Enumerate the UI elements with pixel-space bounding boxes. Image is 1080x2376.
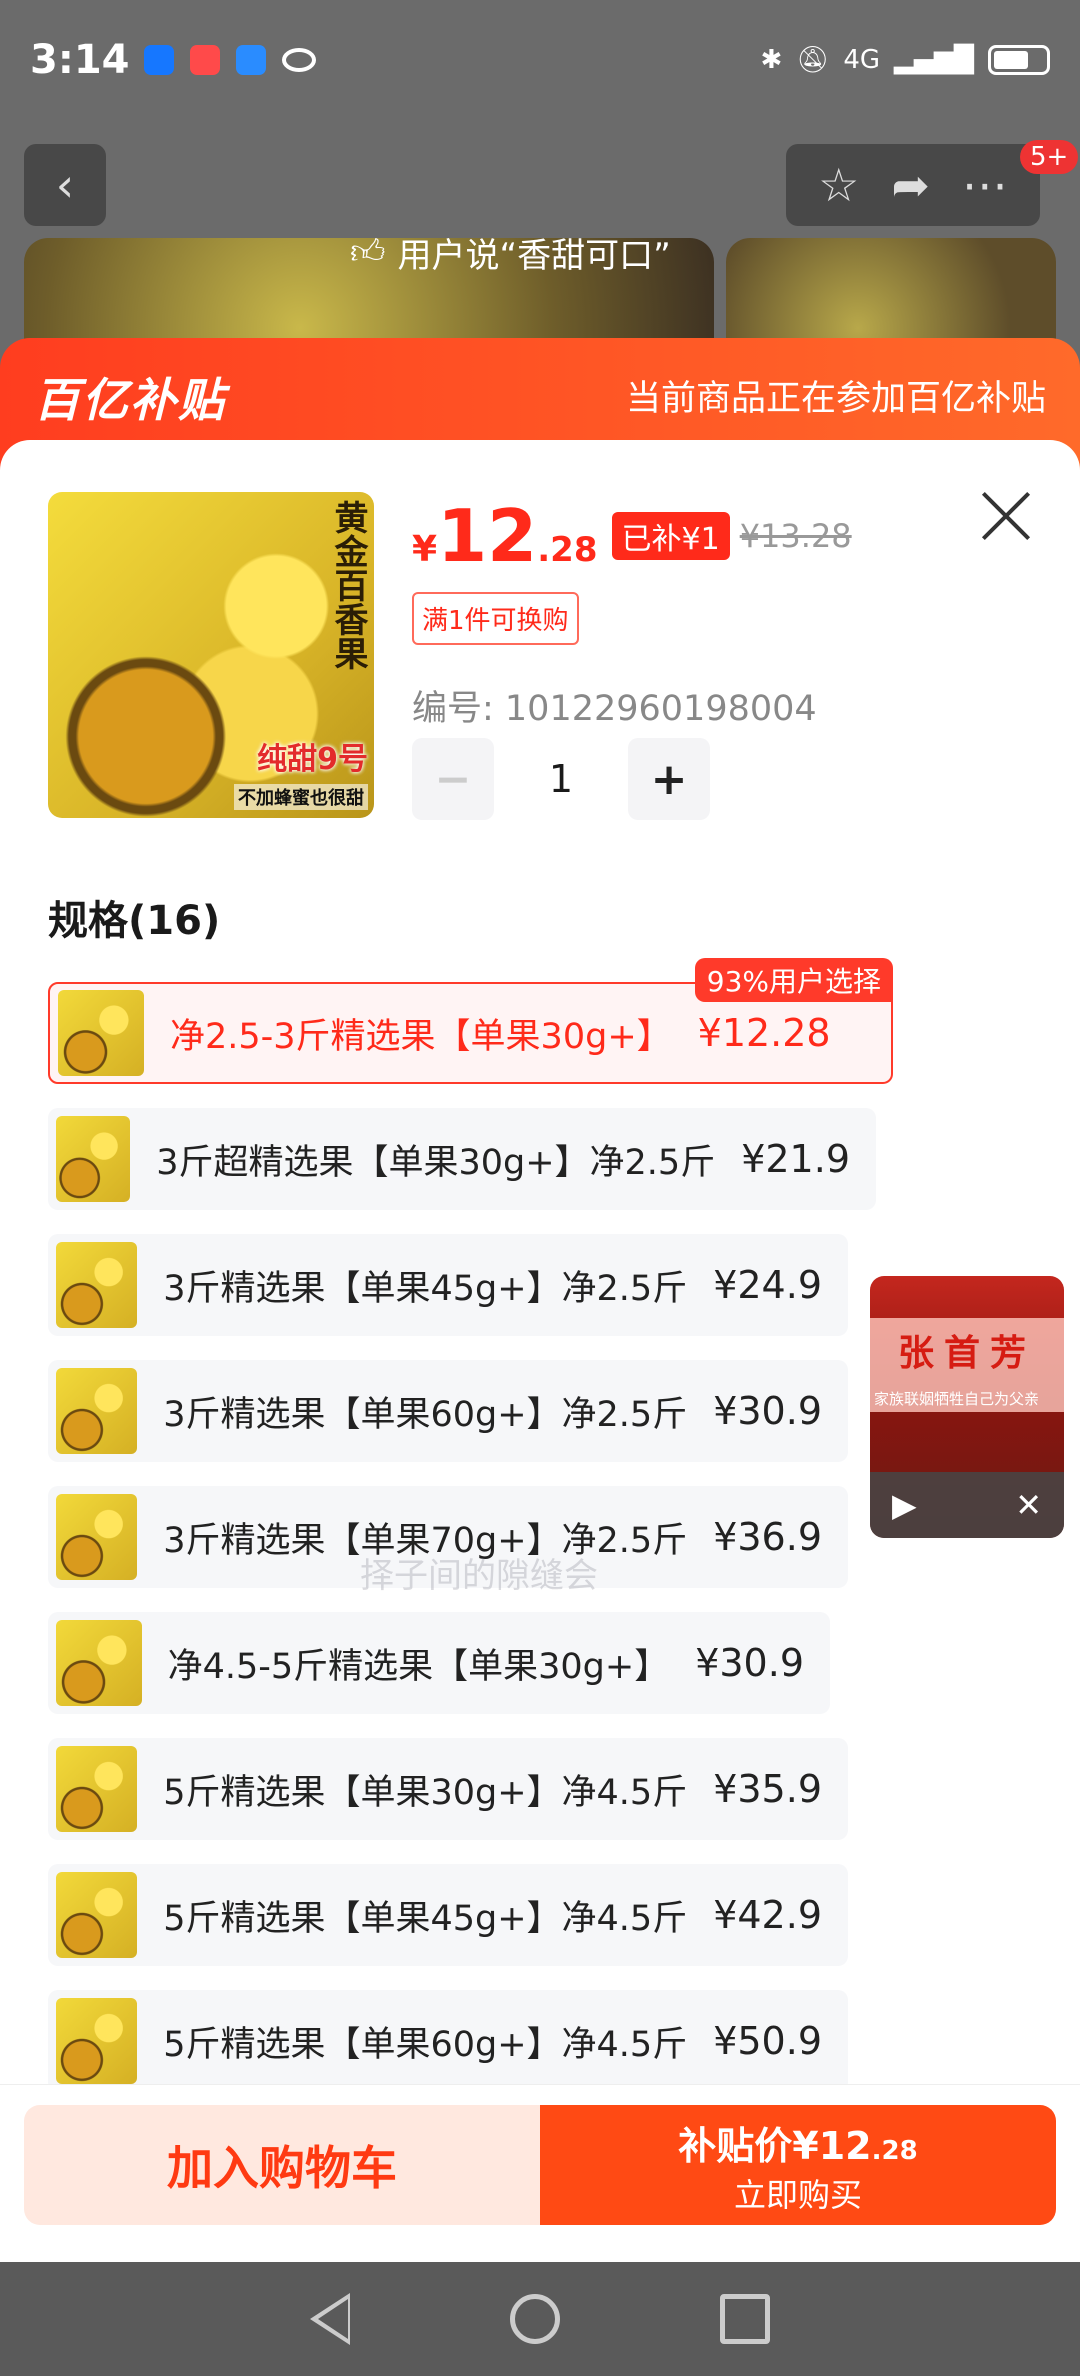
video-controls: ▶ ✕ (870, 1472, 1064, 1538)
sku-sheet: 黄金百香果 纯甜9号 不加蜂蜜也很甜 ¥ 12 .28 已补¥1 ¥13.28 … (0, 440, 1080, 2262)
review-text: 用户说“香甜可口” (397, 236, 671, 276)
spec-option[interactable]: 3斤超精选果【单果30g+】净2.5斤 ¥21.9 (48, 1108, 876, 1210)
subsidy-price-decimal: .28 (871, 2135, 918, 2166)
spec-thumbnail (56, 1746, 138, 1832)
bluetooth-icon: ✱ (760, 45, 783, 75)
video-subtitle: 家族联姻牺牲自己为父亲 (874, 1390, 1040, 1408)
spec-option[interactable]: 3斤精选果【单果45g+】净2.5斤 ¥24.9 (48, 1234, 848, 1336)
price-decimal: .28 (537, 530, 598, 570)
eye-icon (281, 48, 316, 72)
subsidy-price: 补贴价¥12 (678, 2123, 872, 2168)
increase-button[interactable]: + (628, 738, 710, 820)
spec-name: 5斤精选果【单果45g+】净4.5斤 (163, 1898, 688, 1939)
faded-overlay-text: 择子间的隙缝会 (360, 1556, 598, 1596)
add-to-cart-button[interactable]: 加入购物车 (24, 2105, 540, 2225)
mute-icon: 🔕︎ (796, 45, 830, 75)
star-icon[interactable]: ☆ (818, 158, 859, 212)
video-title: 张首芳 (897, 1333, 1036, 1374)
floating-video[interactable]: 张首芳 家族联姻牺牲自己为父亲 ▶ ✕ (870, 1276, 1064, 1538)
spec-price: ¥50.9 (713, 2019, 822, 2063)
system-nav-bar (0, 2262, 1080, 2376)
spec-option[interactable]: 5斤精选果【单果45g+】净4.5斤 ¥42.9 (48, 1864, 848, 1966)
spec-title: 规格(16) (48, 898, 221, 944)
back-button[interactable]: ‹ (24, 144, 106, 226)
product-image-title: 黄金百香果 (328, 500, 368, 670)
spec-option[interactable]: 3斤精选果【单果60g+】净2.5斤 ¥30.9 (48, 1360, 848, 1462)
spec-thumbnail (56, 1116, 131, 1202)
subsidized-badge: 已补¥1 (611, 512, 730, 560)
spec-price: ¥30.9 (695, 1641, 804, 1685)
spec-option[interactable]: 93%用户选择 净2.5-3斤精选果【单果30g+】 ¥12.28 (48, 958, 893, 1084)
network-label: 4G (843, 45, 881, 75)
notification-badge: 5+ (1020, 140, 1079, 174)
signal-icon: ▂▄▆█ (894, 45, 974, 75)
spec-name: 5斤精选果【单果60g+】净4.5斤 (163, 2024, 688, 2065)
top-actions: ☆ ➦ ⋯ (786, 144, 1040, 226)
status-bar: 3:14 ✱ 🔕︎ 4G ▂▄▆█ (0, 0, 1080, 120)
subsidy-note: 当前商品正在参加百亿补贴 (625, 379, 1046, 419)
more-icon[interactable]: ⋯ (962, 158, 1008, 212)
spec-price: ¥36.9 (713, 1515, 822, 1559)
popular-tag: 93%用户选择 (694, 958, 893, 1002)
battery-icon (988, 45, 1050, 75)
chevron-left-icon: ‹ (55, 158, 75, 212)
spec-option[interactable]: 净4.5-5斤精选果【单果30g+】 ¥30.9 (48, 1612, 830, 1714)
spec-price: ¥12.28 (697, 1011, 831, 1055)
spec-price: ¥30.9 (713, 1389, 822, 1433)
play-icon[interactable]: ▶ (892, 1486, 917, 1524)
back-nav-icon[interactable] (310, 2293, 350, 2345)
action-bar: 加入购物车 补贴价¥12.28 立即购买 (0, 2084, 1080, 2264)
status-time: 3:14 (30, 37, 130, 83)
spec-name: 3斤精选果【单果60g+】净2.5斤 (163, 1394, 688, 1435)
spec-price: ¥35.9 (713, 1767, 822, 1811)
status-right: ✱ 🔕︎ 4G ▂▄▆█ (760, 45, 1050, 75)
spec-price: ¥42.9 (713, 1893, 822, 1937)
decrease-button[interactable]: − (412, 738, 494, 820)
app-icon (189, 45, 220, 75)
close-icon[interactable] (978, 488, 1034, 544)
spec-name: 净2.5-3斤精选果【单果30g+】 (170, 1016, 672, 1057)
product-image[interactable]: 黄金百香果 纯甜9号 不加蜂蜜也很甜 (48, 492, 374, 818)
review-highlight: 👍︎ 用户说“香甜可口” (350, 228, 671, 277)
spec-thumbnail (56, 1368, 138, 1454)
product-image-note: 不加蜂蜜也很甜 (234, 784, 368, 810)
quantity-stepper: − 1 + (412, 738, 710, 820)
home-nav-icon[interactable] (510, 2294, 560, 2344)
spec-name: 3斤精选果【单果45g+】净2.5斤 (163, 1268, 688, 1309)
spec-name: 5斤精选果【单果30g+】净4.5斤 (163, 1772, 688, 1813)
recents-nav-icon[interactable] (720, 2294, 770, 2344)
spec-option[interactable]: 5斤精选果【单果60g+】净4.5斤 ¥50.9 (48, 1990, 848, 2092)
product-code: 编号: 10122960198004 (412, 689, 817, 729)
spec-price: ¥24.9 (713, 1263, 822, 1307)
spec-thumbnail (58, 990, 144, 1076)
spec-option[interactable]: 5斤精选果【单果30g+】净4.5斤 ¥35.9 (48, 1738, 848, 1840)
spec-thumbnail (56, 1620, 142, 1706)
original-price: ¥13.28 (739, 517, 852, 555)
close-video-icon[interactable]: ✕ (1015, 1486, 1042, 1524)
buy-now-button[interactable]: 补贴价¥12.28 立即购买 (540, 2105, 1056, 2225)
weather-icon (235, 45, 266, 75)
share-icon[interactable]: ➦ (891, 158, 930, 212)
spec-thumbnail (56, 1242, 138, 1328)
spec-price: ¥21.9 (741, 1137, 850, 1181)
alipay-icon (143, 45, 174, 75)
spec-thumbnail (56, 1494, 138, 1580)
spec-name: 净4.5-5斤精选果【单果30g+】 (167, 1646, 670, 1687)
currency-symbol: ¥ (412, 529, 438, 570)
price-integer: 12 (437, 494, 538, 578)
thumbs-up-icon: 👍︎ (350, 232, 386, 272)
status-app-icons (143, 45, 316, 75)
exchange-tag: 满1件可换购 (412, 592, 579, 645)
price-row: ¥ 12 .28 已补¥1 ¥13.28 (412, 500, 852, 572)
subsidy-price-line: 补贴价¥12.28 (678, 2115, 917, 2170)
spec-thumbnail (56, 1872, 138, 1958)
spec-thumbnail (56, 1998, 138, 2084)
buy-now-label: 立即购买 (733, 2175, 862, 2214)
quantity-value[interactable]: 1 (494, 757, 628, 801)
spec-name: 3斤超精选果【单果30g+】净2.5斤 (156, 1142, 716, 1183)
product-image-badge: 纯甜9号 (257, 742, 368, 777)
subsidy-logo: 百亿补贴 (34, 373, 226, 427)
